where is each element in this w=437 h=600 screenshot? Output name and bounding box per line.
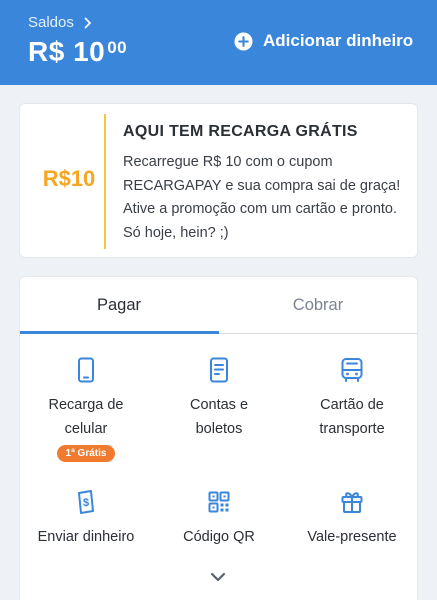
add-money-button[interactable]: Adicionar dinheiro [234, 31, 413, 51]
bill-icon [210, 357, 228, 383]
bus-icon [341, 358, 363, 382]
balance-header: Saldos R$ 10 00 Adicionar dinheiro [0, 0, 437, 85]
tab-cobrar[interactable]: Cobrar [219, 277, 417, 334]
qr-code-action[interactable]: Código QR [153, 489, 285, 550]
send-money-label: Enviar dinheiro [37, 529, 135, 545]
qr-code-icon [208, 491, 230, 513]
add-money-label: Adicionar dinheiro [263, 31, 414, 50]
chevron-right-icon [84, 17, 91, 28]
plus-circle-icon [234, 31, 253, 51]
balance-label: Saldos [28, 14, 74, 31]
actions-card: Pagar Cobrar Recarga de celular 1ª Gráti… [19, 276, 418, 600]
svg-text:$: $ [83, 497, 89, 509]
promo-card[interactable]: R$10 AQUI TEM RECARGA GRÁTIS Recarregue … [19, 103, 418, 258]
balance-main: R$ 10 [28, 36, 106, 67]
gift-card-label: Vale-presente [307, 529, 397, 545]
gift-icon [341, 492, 363, 513]
promo-text: Recarregue R$ 10 com o cupom RECARGAPAY … [123, 154, 401, 241]
bills-label: Contas e boletos [189, 397, 249, 437]
tab-bar: Pagar Cobrar [20, 277, 417, 334]
tab-cobrar-label: Cobrar [292, 296, 344, 314]
first-free-badge: 1ª Grátis [56, 445, 116, 462]
tab-pagar-label: Pagar [96, 296, 142, 314]
qr-code-label: Código QR [183, 529, 255, 545]
promo-value: R$10 [42, 166, 96, 191]
send-money-action[interactable]: $ Enviar dinheiro [20, 489, 152, 550]
bills-action[interactable]: Contas e boletos [153, 357, 285, 441]
active-tab-indicator [20, 331, 219, 334]
balance-amount: R$ 10 00 [28, 36, 127, 68]
balance-cents: 00 [107, 38, 128, 57]
phone-icon [78, 357, 94, 383]
mobile-recharge-action[interactable]: Recarga de celular 1ª Grátis [20, 357, 152, 462]
mobile-recharge-label: Recarga de celular [48, 397, 124, 437]
transport-card-label: Cartão de transporte [319, 397, 385, 437]
tab-pagar[interactable]: Pagar [20, 277, 218, 334]
transport-card-action[interactable]: Cartão de transporte [286, 357, 418, 441]
gift-card-action[interactable]: Vale-presente [286, 489, 418, 550]
balance-link[interactable]: Saldos [28, 14, 94, 31]
promo-title: AQUI TEM RECARGA GRÁTIS [123, 123, 358, 140]
send-money-icon: $ [78, 490, 94, 514]
promo-divider [104, 114, 106, 249]
chevron-down-icon[interactable] [209, 571, 227, 583]
